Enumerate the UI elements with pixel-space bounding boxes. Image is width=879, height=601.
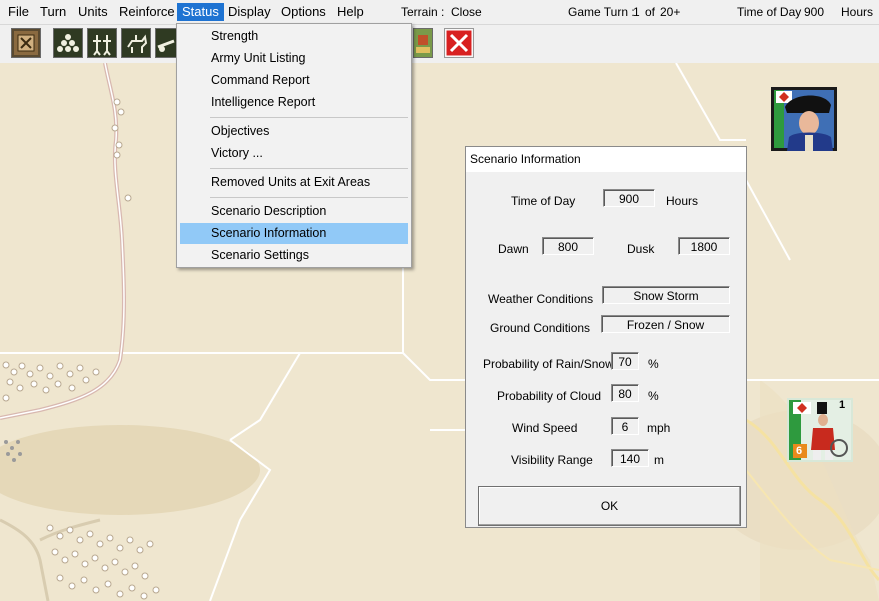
time-of-day-label: Time of Day <box>737 5 802 19</box>
unit-strength-label: 1 <box>839 399 846 411</box>
menu-separator <box>210 168 408 169</box>
visibility-range-label: Visibility Range <box>511 453 593 467</box>
hex-map[interactable] <box>0 63 879 601</box>
menu-display[interactable]: Display <box>223 3 276 21</box>
menubar: File Turn Units Reinforce Status Display… <box>0 0 879 25</box>
two-soldiers-icon <box>88 29 116 57</box>
time-of-day-value: 900 <box>804 5 825 19</box>
dusk-field: 1800 <box>678 237 730 255</box>
menu-item-objectives[interactable]: Objectives <box>180 121 408 142</box>
rain-percent-label: % <box>648 357 659 371</box>
cavalry-button[interactable] <box>121 28 151 58</box>
dusk-label: Dusk <box>627 242 655 256</box>
time-of-day-field-label: Time of Day <box>511 194 576 208</box>
menu-status[interactable]: Status <box>177 3 224 21</box>
commander-unit-counter[interactable] <box>771 87 837 151</box>
menu-item-scenario-description[interactable]: Scenario Description <box>180 201 408 222</box>
artillery-icon <box>156 29 176 57</box>
terrain-icon <box>414 29 432 57</box>
dialog-title: Scenario Information <box>470 152 581 166</box>
menu-separator <box>210 117 408 118</box>
time-of-day-field: 900 <box>603 189 655 207</box>
menu-item-intelligence-report[interactable]: Intelligence Report <box>180 92 408 113</box>
weather-conditions-field: Snow Storm <box>602 286 730 304</box>
menu-item-removed-units[interactable]: Removed Units at Exit Areas <box>180 172 408 193</box>
menu-item-strength[interactable]: Strength <box>180 26 408 47</box>
infantry-unit-counter[interactable]: 1 6 <box>787 398 853 462</box>
menu-units[interactable]: Units <box>73 3 113 21</box>
time-of-day-unit: Hours <box>841 5 874 19</box>
unit-value-label: 6 <box>796 445 803 457</box>
dawn-field: 800 <box>542 237 594 255</box>
status-menu: Strength Army Unit Listing Command Repor… <box>176 23 412 268</box>
close-red-x-icon <box>445 29 473 57</box>
cloud-probability-field: 80 <box>611 384 639 402</box>
commander-portrait-icon <box>771 87 837 151</box>
ok-button[interactable]: OK <box>478 486 741 526</box>
menu-help[interactable]: Help <box>332 3 369 21</box>
visibility-range-field: 140 <box>611 449 649 467</box>
weather-conditions-label: Weather Conditions <box>488 292 594 306</box>
two-soldiers-button[interactable] <box>87 28 117 58</box>
cloud-percent-label: % <box>648 389 659 403</box>
terrain-value: Close <box>451 5 482 19</box>
menu-item-victory[interactable]: Victory ... <box>180 143 408 164</box>
close-button[interactable] <box>444 28 474 58</box>
ground-conditions-field: Frozen / Snow <box>601 315 730 333</box>
game-turn-value: 1 <box>633 5 640 19</box>
rain-snow-probability-field: 70 <box>611 352 639 370</box>
visibility-unit-label: m <box>654 453 664 467</box>
wind-speed-unit-label: mph <box>647 421 671 435</box>
scenario-information-dialog: Scenario Information Time of Day 900 Hou… <box>465 146 747 528</box>
infantry-stack-button[interactable] <box>53 28 83 58</box>
terrain-button[interactable] <box>413 28 433 58</box>
menu-reinforce[interactable]: Reinforce <box>114 3 180 21</box>
time-of-day-unit-label: Hours <box>666 194 699 208</box>
map-overview-icon <box>14 31 38 55</box>
infantry-stack-icon <box>54 29 82 57</box>
menu-options[interactable]: Options <box>276 3 331 21</box>
rain-snow-probability-label: Probability of Rain/Snow <box>483 357 614 371</box>
dawn-label: Dawn <box>498 242 529 256</box>
map-canvas[interactable] <box>0 63 879 601</box>
toolbar <box>0 25 879 63</box>
terrain-label: Terrain : <box>401 5 445 19</box>
game-turn-of: of <box>645 5 656 19</box>
menu-turn[interactable]: Turn <box>35 3 71 21</box>
menu-item-command-report[interactable]: Command Report <box>180 70 408 91</box>
artillery-button[interactable] <box>155 28 177 58</box>
ground-conditions-label: Ground Conditions <box>490 321 591 335</box>
menu-item-army-unit-listing[interactable]: Army Unit Listing <box>180 48 408 69</box>
menu-item-scenario-information[interactable]: Scenario Information <box>180 223 408 244</box>
wind-speed-label: Wind Speed <box>512 421 578 435</box>
dialog-titlebar[interactable]: Scenario Information <box>466 147 746 172</box>
game-turn-label: Game Turn : <box>568 5 635 19</box>
menu-item-scenario-settings[interactable]: Scenario Settings <box>180 245 408 266</box>
map-overview-button[interactable] <box>11 28 41 58</box>
cavalry-icon <box>122 29 150 57</box>
menu-separator <box>210 197 408 198</box>
menu-file[interactable]: File <box>3 3 34 21</box>
wind-speed-field: 6 <box>611 417 639 435</box>
cloud-probability-label: Probability of Cloud <box>497 389 602 403</box>
game-turn-total: 20+ <box>660 5 681 19</box>
